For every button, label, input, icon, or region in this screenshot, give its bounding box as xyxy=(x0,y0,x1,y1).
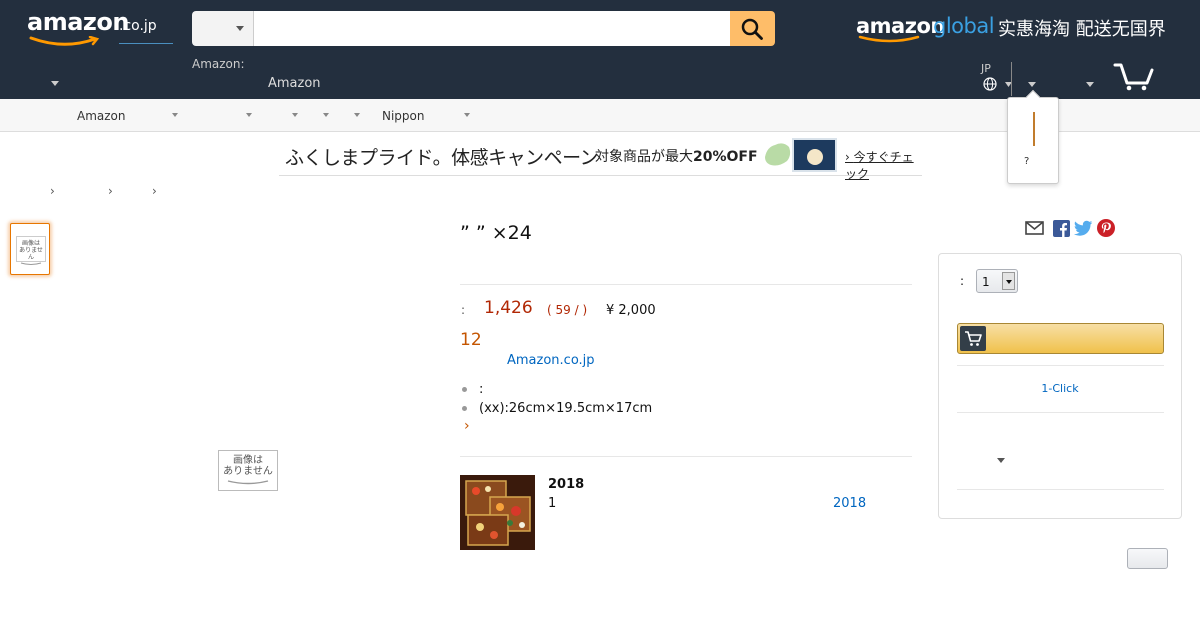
account-flyout: ? xyxy=(1007,89,1059,184)
add-to-cart-button[interactable] xyxy=(957,323,1164,354)
promo-main-text: ふくしまプライド。体感キャンペーン xyxy=(285,147,599,169)
account-chevron-down-icon[interactable] xyxy=(1028,82,1036,87)
chevron-down-icon[interactable] xyxy=(464,113,470,117)
logo-suffix: .co.jp xyxy=(119,18,157,34)
amazon-global-banner[interactable]: amazon global 实惠海淘 配送无国界 xyxy=(856,13,1186,45)
subnav-item-amazon[interactable]: Amazon xyxy=(77,109,126,123)
breadcrumb-separator: › xyxy=(50,184,55,198)
global-slogan: 实惠海淘 配送无国界 xyxy=(998,19,1166,40)
search-input[interactable] xyxy=(254,11,730,46)
search-category-dropdown[interactable] xyxy=(192,11,254,46)
chevron-down-icon[interactable] xyxy=(246,113,252,117)
nav-top: amazon .co.jp amazon global 实惠海淘 配送无国界 A… xyxy=(0,0,1200,99)
pinterest-icon[interactable] xyxy=(1097,219,1115,237)
deliver-to-value[interactable]: Amazon xyxy=(268,76,321,91)
email-icon[interactable] xyxy=(1025,221,1044,235)
osechi-box-image xyxy=(460,475,535,550)
bullet-icon xyxy=(462,406,467,411)
promo-image xyxy=(792,138,837,172)
chevron-down-icon xyxy=(1006,280,1012,284)
related-product-link[interactable]: 2018 xyxy=(833,496,866,511)
subnav-item-nippon[interactable]: Nippon xyxy=(382,109,425,123)
chevron-down-icon[interactable] xyxy=(354,113,360,117)
deliver-to-label: Amazon: xyxy=(192,57,245,71)
buy-box: : 1 1-Click xyxy=(938,253,1182,519)
breadcrumb-separator: › xyxy=(108,184,113,198)
divider xyxy=(460,284,912,285)
twitter-icon[interactable] xyxy=(1074,220,1093,237)
cart-icon[interactable] xyxy=(1113,62,1155,92)
seller-link[interactable]: Amazon.co.jp xyxy=(507,353,595,368)
cart-button-icon-box xyxy=(960,326,986,351)
amazon-logo[interactable]: amazon .co.jp xyxy=(27,8,173,46)
one-click-link[interactable]: 1-Click xyxy=(939,382,1181,395)
divider xyxy=(957,365,1164,366)
quantity-value: 1 xyxy=(982,275,990,289)
related-product-title[interactable]: 2018 xyxy=(548,477,584,492)
smile-icon xyxy=(20,262,42,265)
search-icon xyxy=(741,18,763,40)
no-image-line2: ありません xyxy=(19,247,43,261)
chevron-down-icon[interactable] xyxy=(172,113,178,117)
logo-text: amazon xyxy=(27,8,129,36)
feature-item: : xyxy=(479,382,484,397)
feature-item: (xx):26cm×19.5cm×17cm xyxy=(479,401,653,416)
related-product-qty: 1 xyxy=(548,496,557,511)
divider xyxy=(957,489,1164,490)
address-chevron-down-icon[interactable] xyxy=(997,458,1005,463)
promo-check-link[interactable]: › 今すぐチェック xyxy=(845,148,922,182)
product-title: ” ” ×24 xyxy=(460,222,532,244)
orders-chevron-down-icon[interactable] xyxy=(1086,82,1094,87)
bullet-icon xyxy=(462,387,467,392)
no-image-line1: 画像は xyxy=(233,455,263,466)
global-word-text: global xyxy=(933,14,995,38)
quantity-select[interactable]: 1 xyxy=(976,269,1018,293)
see-more-link[interactable]: › xyxy=(464,418,470,434)
promo-check-text: 今すぐチェック xyxy=(845,150,914,181)
chevron-down-icon[interactable] xyxy=(323,113,329,117)
search-button[interactable] xyxy=(730,11,775,46)
promo-sub-prefix: 対象商品が最大 xyxy=(595,149,693,165)
quantity-dropdown-arrow[interactable] xyxy=(1002,272,1015,290)
list-price: ¥ 2,000 xyxy=(606,303,656,318)
price-per-unit: ( 59 / ) xyxy=(547,303,588,317)
chevron-down-icon[interactable] xyxy=(292,113,298,117)
chevron-down-icon xyxy=(236,26,244,31)
secondary-button[interactable] xyxy=(1127,548,1168,569)
promo-sub-text: 対象商品が最大20%OFF xyxy=(595,146,758,166)
fukushima-map-icon xyxy=(765,143,791,166)
facebook-icon[interactable] xyxy=(1053,220,1070,237)
quantity-label: : xyxy=(960,274,965,288)
no-image-line2: ありません xyxy=(223,466,273,477)
flyout-accent-bar xyxy=(1033,112,1035,146)
no-image-placeholder: 画像は ありません xyxy=(16,236,46,265)
promo-character xyxy=(807,149,823,165)
image-thumbnail[interactable]: 画像は ありません xyxy=(10,223,50,275)
logo-smile-icon xyxy=(29,36,100,46)
promo-discount: 20%OFF xyxy=(693,149,758,165)
price-value: 1,426 xyxy=(484,298,533,318)
globe-icon[interactable] xyxy=(983,77,997,91)
flyout-text[interactable]: ? xyxy=(1024,156,1029,167)
promo-banner[interactable]: ふくしまプライド。体感キャンペーン 対象商品が最大20%OFF › 今すぐチェッ… xyxy=(279,136,922,181)
stock-count: 12 xyxy=(460,330,482,350)
logo-underline xyxy=(119,43,173,44)
divider xyxy=(460,456,912,457)
smile-icon xyxy=(227,480,269,485)
global-smile-icon xyxy=(858,35,920,43)
cart-icon xyxy=(965,331,982,346)
chevron-down-icon[interactable] xyxy=(51,81,59,86)
no-image-line1: 画像は xyxy=(21,240,40,247)
breadcrumb-separator: › xyxy=(152,184,157,198)
price-label: : xyxy=(461,303,466,317)
nav-divider xyxy=(1011,62,1012,96)
related-product-image[interactable] xyxy=(460,475,535,550)
language-code[interactable]: JP xyxy=(981,62,991,75)
main-image-placeholder[interactable]: 画像は ありません xyxy=(218,450,278,491)
share-bar xyxy=(1025,219,1117,239)
divider xyxy=(957,412,1164,413)
